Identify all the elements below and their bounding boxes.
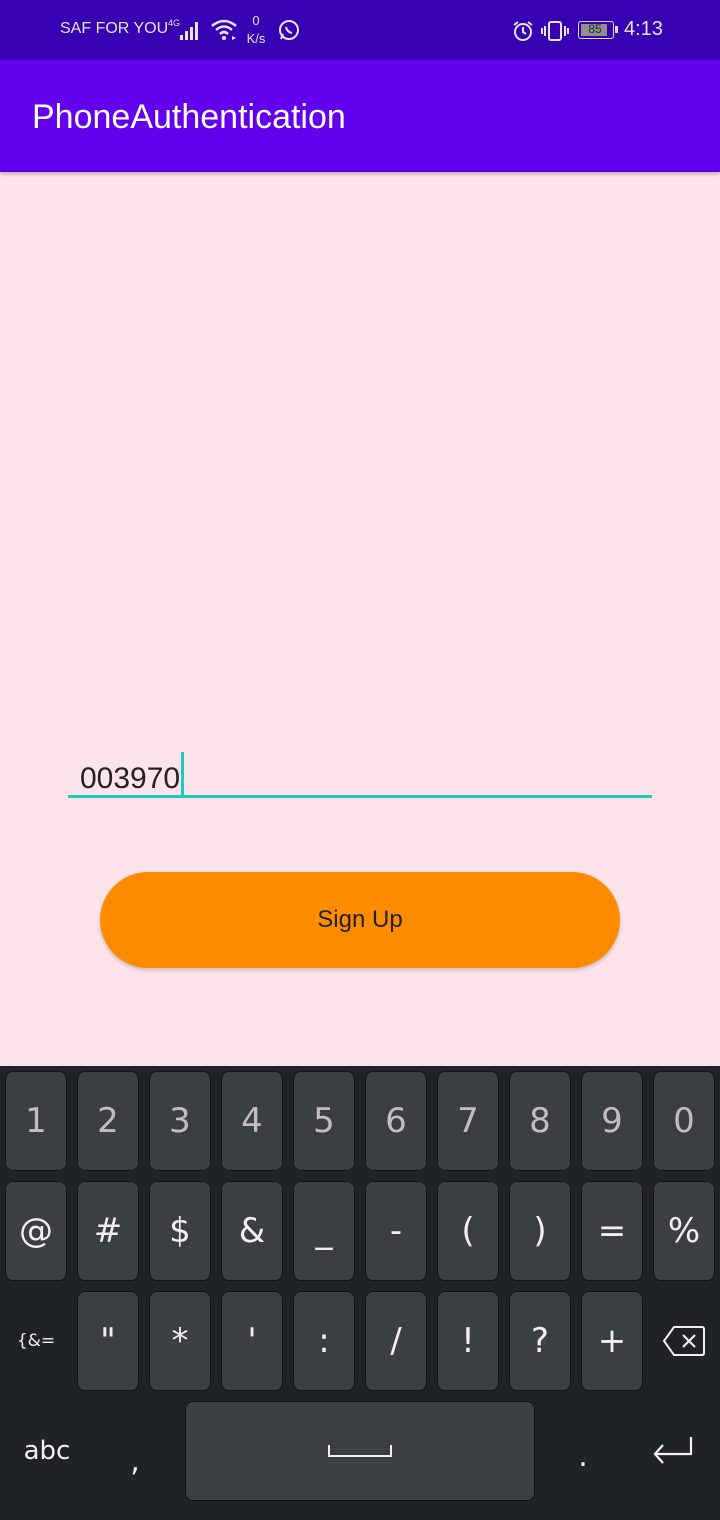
- key-double-quote[interactable]: ": [77, 1291, 139, 1391]
- vibrate-icon: [541, 21, 569, 41]
- comma-key[interactable]: ,: [100, 1411, 170, 1511]
- key-7[interactable]: 7: [437, 1071, 499, 1171]
- speed-unit: K/s: [246, 31, 266, 46]
- clock: 4:13: [624, 18, 663, 40]
- key-8[interactable]: 8: [509, 1071, 571, 1171]
- key-hash[interactable]: #: [77, 1181, 139, 1281]
- backspace-icon: [662, 1326, 705, 1356]
- enter-icon: [653, 1437, 693, 1464]
- key-at[interactable]: @: [5, 1181, 67, 1281]
- key-apostrophe[interactable]: ': [221, 1291, 283, 1391]
- key-hyphen[interactable]: -: [365, 1181, 427, 1281]
- key-slash[interactable]: /: [365, 1291, 427, 1391]
- key-close-paren[interactable]: ): [509, 1181, 571, 1281]
- text-cursor: [181, 752, 185, 798]
- space-bar-icon: [328, 1445, 392, 1457]
- key-question[interactable]: ?: [509, 1291, 571, 1391]
- phone-number-value: 003970: [80, 762, 181, 795]
- key-ampersand[interactable]: &: [221, 1181, 283, 1281]
- key-exclamation[interactable]: !: [437, 1291, 499, 1391]
- battery-level: 85: [588, 22, 602, 36]
- phone-number-input[interactable]: 003970: [68, 740, 652, 798]
- signal-icon: [180, 22, 198, 40]
- key-dollar[interactable]: $: [149, 1181, 211, 1281]
- carrier-name: SAF FOR YOU: [60, 20, 169, 37]
- sign-up-button[interactable]: Sign Up: [100, 872, 620, 968]
- key-2[interactable]: 2: [77, 1071, 139, 1171]
- network-speed: 0 K/s: [240, 12, 272, 48]
- key-4[interactable]: 4: [221, 1071, 283, 1171]
- space-key[interactable]: [185, 1401, 535, 1501]
- app-title: PhoneAuthentication: [32, 98, 346, 136]
- symbol-keyboard: 1 2 3 4 5 6 7 8 9 0 @ # $ & _ - ( ) = % …: [0, 1066, 720, 1520]
- backspace-key[interactable]: [653, 1291, 715, 1391]
- alarm-icon: [513, 21, 533, 41]
- whatsapp-icon: [279, 20, 299, 40]
- key-plus[interactable]: +: [581, 1291, 643, 1391]
- key-open-paren[interactable]: (: [437, 1181, 499, 1281]
- key-asterisk[interactable]: *: [149, 1291, 211, 1391]
- key-9[interactable]: 9: [581, 1071, 643, 1171]
- key-colon[interactable]: :: [293, 1291, 355, 1391]
- more-symbols-key[interactable]: {&=: [5, 1291, 67, 1391]
- wifi-icon: [211, 19, 237, 40]
- key-1[interactable]: 1: [5, 1071, 67, 1171]
- key-5[interactable]: 5: [293, 1071, 355, 1171]
- status-bar: SAF FOR YOU 4G 0 K/s 85 4:13: [0, 0, 720, 60]
- key-3[interactable]: 3: [149, 1071, 211, 1171]
- app-bar: PhoneAuthentication: [0, 60, 720, 172]
- battery-icon: 85: [578, 21, 618, 39]
- key-equals[interactable]: =: [581, 1181, 643, 1281]
- key-6[interactable]: 6: [365, 1071, 427, 1171]
- key-underscore[interactable]: _: [293, 1181, 355, 1281]
- abc-key[interactable]: abc: [5, 1401, 89, 1501]
- speed-value: 0: [252, 13, 260, 28]
- key-0[interactable]: 0: [653, 1071, 715, 1171]
- enter-key[interactable]: [640, 1401, 706, 1501]
- period-key[interactable]: .: [548, 1406, 618, 1506]
- key-percent[interactable]: %: [653, 1181, 715, 1281]
